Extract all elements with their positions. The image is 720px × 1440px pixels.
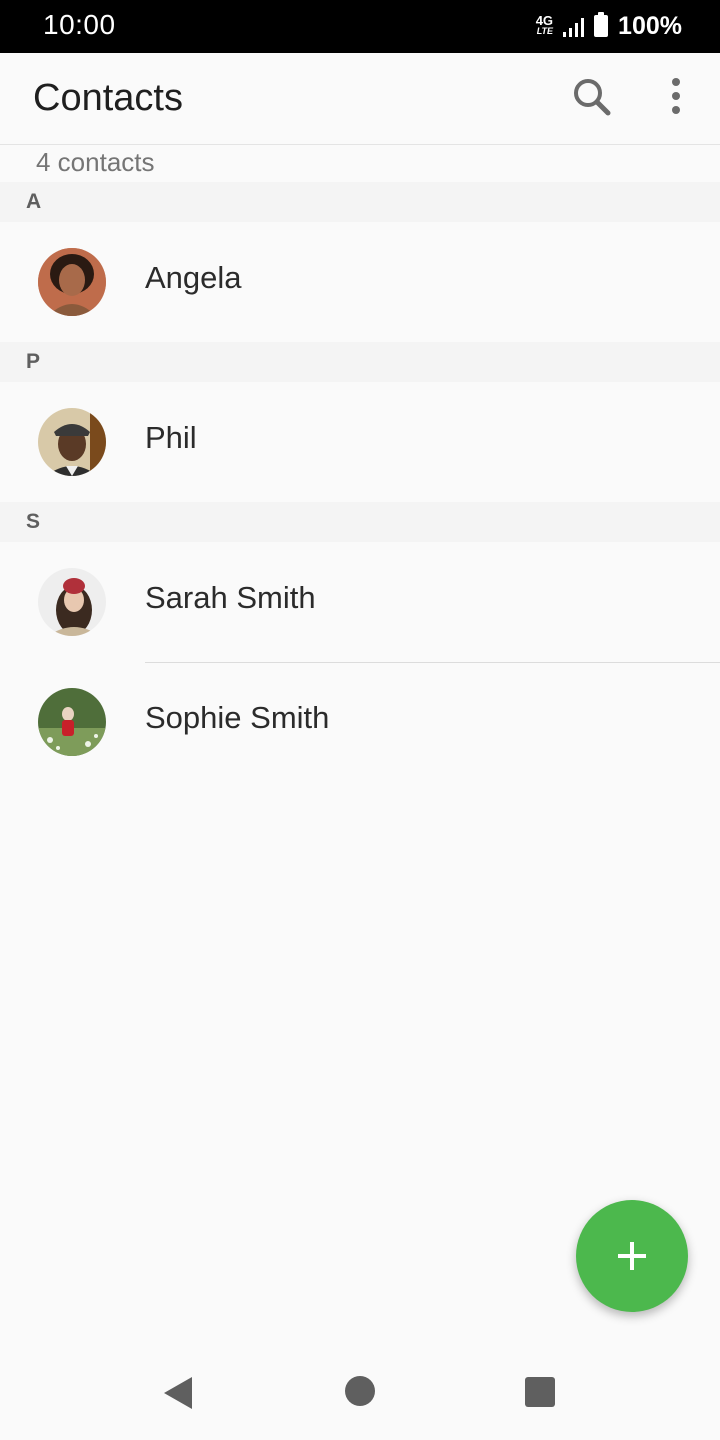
page-title: Contacts: [33, 77, 183, 119]
contact-name: Angela: [145, 260, 242, 295]
search-button[interactable]: [568, 73, 616, 121]
status-time: 10:00: [43, 9, 116, 40]
recents-icon[interactable]: [525, 1377, 555, 1407]
contact-name: Sarah Smith: [145, 580, 316, 615]
contact-row-sophie-smith[interactable]: Sophie Smith: [0, 662, 720, 782]
battery-percent: 100%: [618, 11, 682, 40]
navigation-bar: [0, 1340, 720, 1440]
home-icon[interactable]: [345, 1376, 375, 1406]
avatar: [38, 408, 106, 476]
plus-icon: [618, 1242, 646, 1270]
signal-icon: [563, 15, 585, 37]
contact-row-sarah-smith[interactable]: Sarah Smith: [0, 542, 720, 662]
contact-name: Sophie Smith: [145, 700, 330, 735]
section-header-a: A: [0, 182, 720, 222]
section-letter: S: [26, 510, 41, 533]
avatar: [38, 248, 106, 316]
contact-row-angela[interactable]: Angela: [0, 222, 720, 342]
avatar: [38, 688, 106, 756]
search-icon: [574, 79, 611, 116]
status-bar: 10:00 4G LTE 100%: [0, 0, 720, 53]
network-subtype: LTE: [536, 26, 554, 36]
battery-icon: [594, 12, 609, 37]
section-header-p: P: [0, 342, 720, 382]
back-icon[interactable]: [163, 1376, 193, 1410]
add-contact-button[interactable]: [576, 1200, 688, 1312]
contact-count: 4 contacts: [36, 147, 155, 177]
section-letter: A: [26, 190, 42, 213]
contact-name: Phil: [145, 420, 197, 455]
network-type: 4G: [535, 13, 554, 28]
contact-row-phil[interactable]: Phil: [0, 382, 720, 502]
status-indicators: 4G LTE 100%: [536, 10, 682, 42]
more-options-button[interactable]: [652, 73, 700, 121]
avatar: [38, 568, 106, 636]
network-indicator: 4G LTE: [535, 13, 554, 37]
app-bar: Contacts: [0, 53, 720, 145]
section-header-s: S: [0, 502, 720, 542]
more-vert-icon: [672, 78, 680, 114]
section-letter: P: [26, 350, 41, 373]
